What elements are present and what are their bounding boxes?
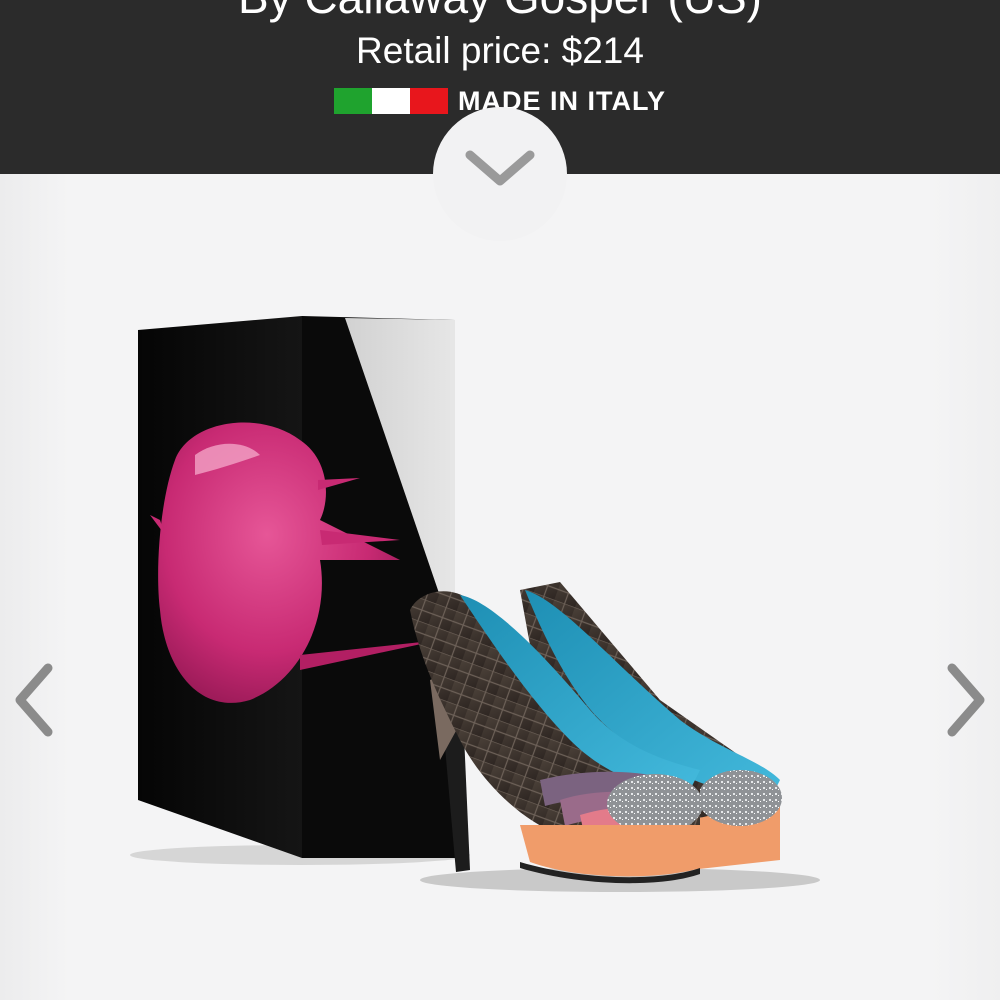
expand-details-button[interactable] xyxy=(433,107,567,241)
previous-image-button[interactable] xyxy=(4,660,64,740)
chevron-right-icon xyxy=(947,663,985,737)
chevron-down-icon xyxy=(465,150,535,186)
chevron-left-icon xyxy=(15,663,53,737)
shoe-box xyxy=(138,316,455,858)
next-image-button[interactable] xyxy=(936,660,996,740)
